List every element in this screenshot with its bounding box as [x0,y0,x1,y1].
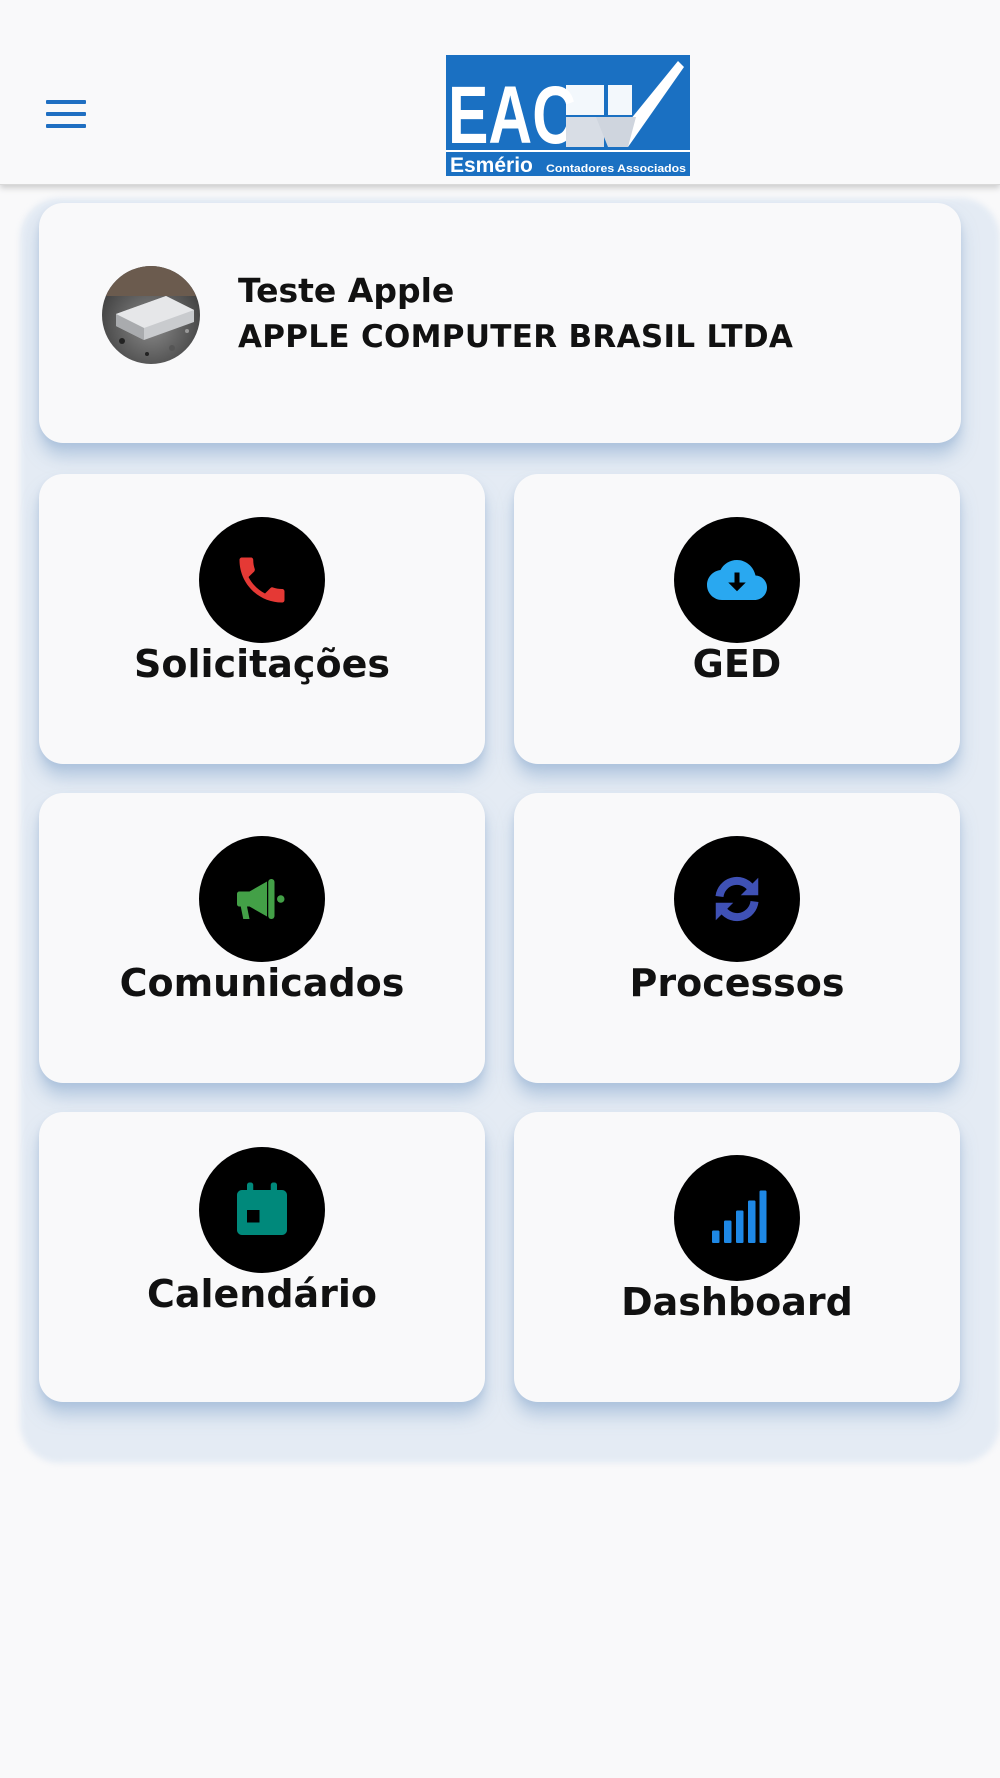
tile-icon-circle [674,517,800,643]
user-name: Teste Apple [238,271,455,310]
tile-label: Solicitações [134,642,390,686]
signal-bars-icon [712,1190,767,1243]
logo-brand-text: Esmério [450,154,533,176]
calendar-icon [237,1182,287,1235]
company-name: APPLE COMPUTER BRASIL LTDA [238,319,794,355]
hamburger-menu-icon[interactable] [40,96,94,136]
tile-icon-circle [199,517,325,643]
logo-sub-text: Contadores Associados [546,163,686,175]
company-logo: EAC Esmério Contadores Associados [446,55,690,176]
tile-icon-circle [199,1147,325,1273]
tile-label: Processos [629,961,845,1005]
tile-icon-circle [199,836,325,962]
tile-solicitacoes[interactable]: Solicitações [39,474,485,764]
cloud-download-icon [707,560,767,600]
profile-card[interactable]: Teste Apple APPLE COMPUTER BRASIL LTDA [39,203,961,443]
megaphone-icon [237,879,285,919]
tile-icon-circle [674,836,800,962]
sync-icon [715,876,759,922]
tile-label: Dashboard [621,1280,853,1324]
tile-label: Calendário [146,1272,378,1316]
tile-comunicados[interactable]: Comunicados [39,793,485,1083]
tile-icon-circle [674,1155,800,1281]
tile-processos[interactable]: Processos [514,793,960,1083]
tile-label: GED [692,642,782,686]
app-header: EAC Esmério Contadores Associados [0,0,1000,185]
tile-dashboard[interactable]: Dashboard [514,1112,960,1402]
user-avatar [102,266,200,364]
tile-calendario[interactable]: Calendário [39,1112,485,1402]
phone-icon [239,557,285,603]
logo-main-text: EAC [448,70,576,161]
tile-label: Comunicados [119,961,405,1005]
tile-ged[interactable]: GED [514,474,960,764]
